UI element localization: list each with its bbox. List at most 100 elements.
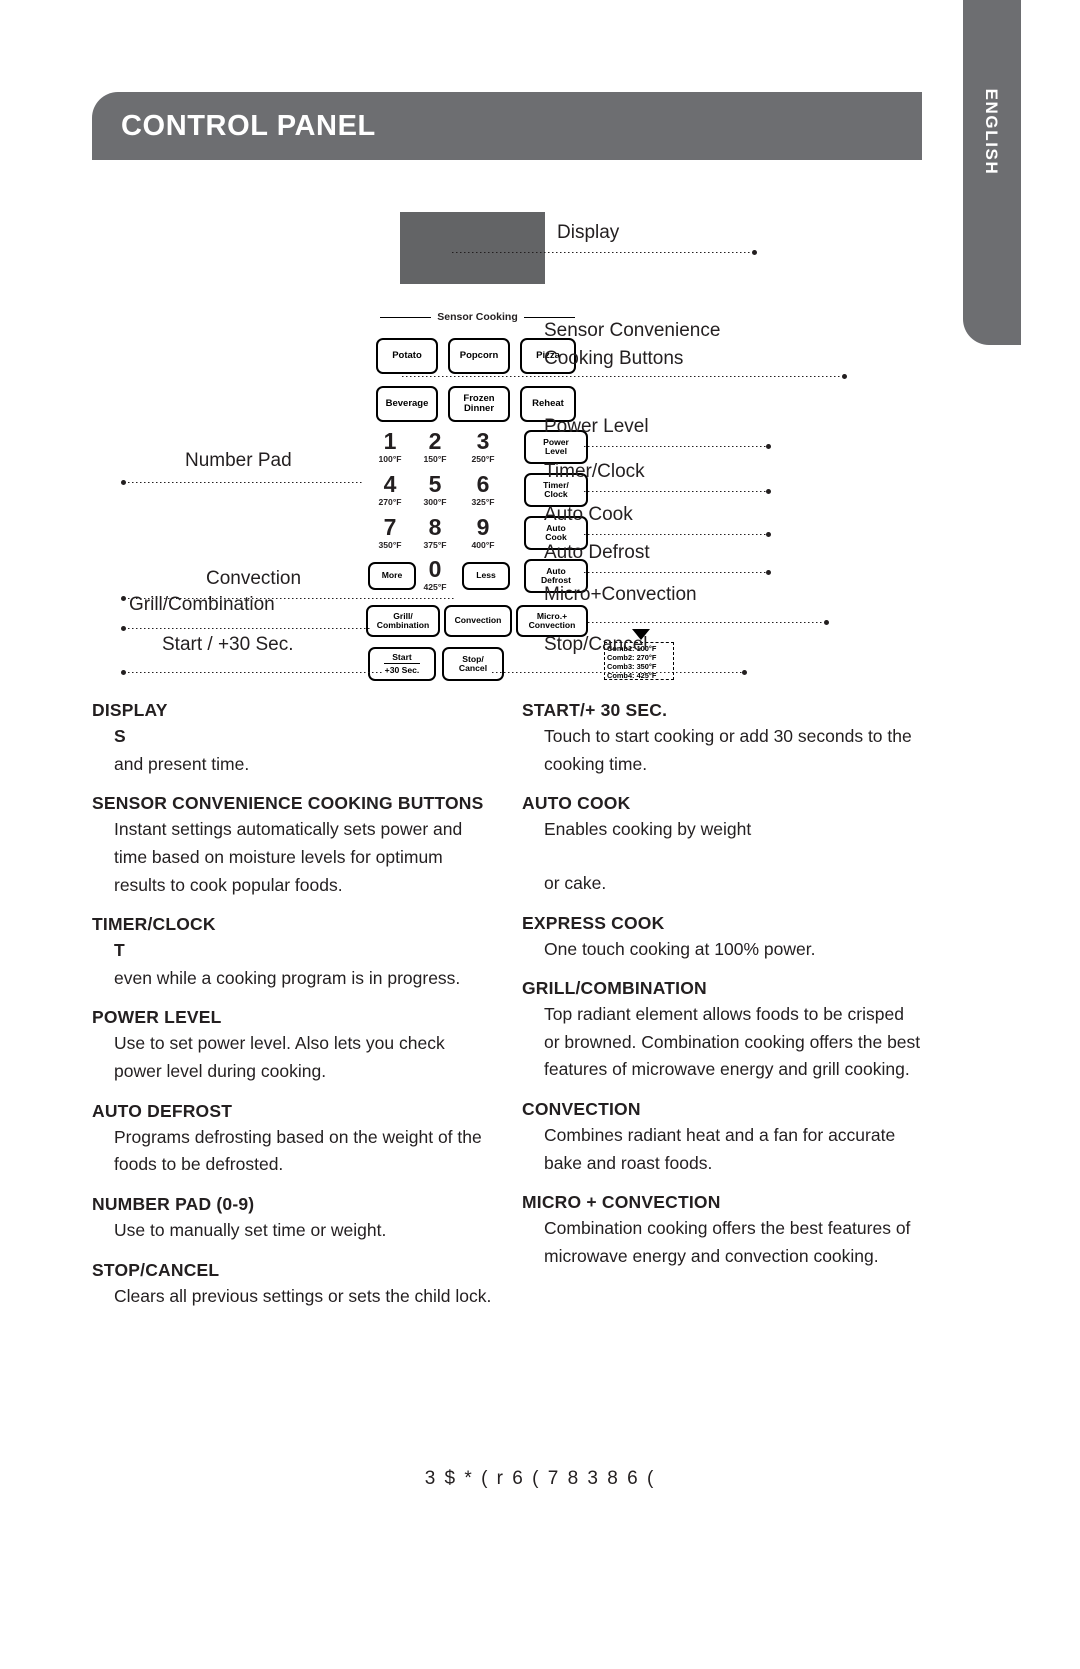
key-popcorn[interactable]: Popcorn (448, 338, 510, 374)
numpad-key-7[interactable]: 7 350°F (367, 514, 413, 551)
key-potato-label: Potato (392, 350, 422, 362)
key-frozen-dinner[interactable]: Frozen Dinner (448, 386, 510, 422)
leader-number-pad (124, 482, 362, 483)
section-grill-combination-body: Top radiant element allows foods to be c… (544, 1004, 921, 1080)
key-more[interactable]: More (368, 562, 416, 590)
sensor-cooking-label: Sensor Cooking (437, 311, 518, 323)
section-convection-heading: CONVECTION (522, 1099, 641, 1120)
callout-power-level: Power Level (544, 416, 649, 437)
sensor-cooking-rule-right (523, 316, 576, 318)
section-auto-defrost-heading: AUTO DEFROST (92, 1100, 233, 1121)
section-power-level-body: Use to set power level. Also lets you ch… (114, 1033, 445, 1082)
callout-convection: Convection (206, 568, 302, 589)
leader-start-30sec (124, 672, 382, 673)
key-grill-combination-label: Grill/ Combination (376, 610, 430, 630)
numpad-digit: 7 (383, 514, 397, 540)
section-start-30sec-heading: START/+ 30 SEC. (522, 700, 668, 720)
leader-dot-timer-clock (766, 489, 771, 494)
control-panel-diagram: Sensor Cooking Potato Popcorn Pizza Beve… (92, 200, 922, 700)
section-start-30sec-body: Touch to start cooking or add 30 seconds… (544, 726, 912, 774)
key-grill-combination[interactable]: Grill/ Combination (366, 605, 440, 637)
section-display-orphan: S (114, 726, 126, 746)
section-timer-clock: TIMER/CLOCK T even while a cooking progr… (92, 914, 492, 992)
callout-number-pad: Number Pad (185, 450, 292, 471)
section-stop-cancel-body: Clears all previous settings or sets the… (114, 1285, 492, 1306)
leader-dot-start-30sec (121, 670, 126, 675)
numpad-temp: 300°F (423, 497, 447, 507)
key-micro-convection-label: Micro.+ Convection (528, 610, 576, 630)
numpad-key-3[interactable]: 3 250°F (460, 428, 506, 465)
numpad-key-8[interactable]: 8 375°F (412, 516, 458, 551)
numpad-digit: 6 (476, 471, 490, 497)
section-number-pad: NUMBER PAD (0-9) Use to manually set tim… (92, 1194, 492, 1245)
leader-dot-micro-convection (824, 620, 829, 625)
section-express-cook-body: One touch cooking at 100% power. (544, 938, 816, 959)
page-footer: 3 $ * ( r 6 ( 7 8 3 8 6 ( (424, 1468, 656, 1489)
key-reheat-label: Reheat (532, 398, 564, 410)
numpad-key-2[interactable]: 2 150°F (412, 430, 458, 465)
section-number-pad-body: Use to manually set time or weight. (114, 1220, 387, 1241)
key-potato[interactable]: Potato (376, 338, 438, 374)
section-auto-cook-heading: AUTO COOK (522, 793, 631, 814)
leader-auto-defrost (584, 572, 766, 573)
numpad-temp: 150°F (423, 454, 447, 464)
section-auto-cook: AUTO COOK Enables cooking by weight or c… (522, 793, 922, 897)
numpad-digit: 9 (476, 514, 490, 540)
key-start-30sec[interactable]: Start +30 Sec. (368, 647, 436, 681)
leader-dot-sensor-convenience (842, 374, 847, 379)
leader-dot-auto-cook (766, 532, 771, 537)
leader-auto-cook (584, 534, 766, 535)
display-window (400, 212, 545, 284)
numpad-key-9[interactable]: 9 400°F (460, 514, 506, 551)
section-number-pad-heading: NUMBER PAD (0-9) (92, 1194, 255, 1215)
leader-dot-stop-cancel (742, 670, 747, 675)
key-start-label: Start (384, 652, 420, 664)
section-auto-cook-body: Enables cooking by weight (544, 819, 752, 840)
section-power-level: POWER LEVEL Use to set power level. Also… (92, 1007, 492, 1085)
leader-dot-auto-defrost (766, 570, 771, 575)
language-side-tab: ENGLISH (963, 0, 1021, 345)
numpad-key-1[interactable]: 1 100°F (367, 428, 413, 465)
comb-line-3: Comb3: 350°F (607, 662, 657, 672)
key-stop-cancel[interactable]: Stop/ Cancel (442, 647, 504, 681)
leader-timer-clock (584, 491, 766, 492)
numpad-digit: 1 (383, 428, 397, 454)
leader-dot-number-pad (121, 480, 126, 485)
callout-display: Display (557, 222, 620, 243)
callout-grill-combination: Grill/Combination (129, 594, 275, 615)
section-convection: CONVECTION Combines radiant heat and a f… (522, 1099, 922, 1177)
description-column-right: START/+ 30 SEC. Touch to start cooking o… (522, 700, 922, 1286)
section-sensor-buttons-heading: SENSOR CONVENIENCE COOKING BUTTONS (92, 793, 484, 814)
language-side-tab-label: ENGLISH (982, 88, 1001, 176)
section-express-cook-heading: EXPRESS COOK (522, 912, 665, 933)
key-30sec-label: +30 Sec. (384, 665, 420, 675)
section-auto-defrost: AUTO DEFROST Programs defrosting based o… (92, 1101, 492, 1179)
section-grill-combination-heading: GRILL/COMBINATION (522, 978, 707, 999)
leader-stop-cancel (492, 672, 742, 673)
numpad-key-5[interactable]: 5 300°F (412, 471, 458, 508)
section-sensor-buttons: SENSOR CONVENIENCE COOKING BUTTONS Insta… (92, 793, 492, 899)
key-more-label: More (381, 570, 403, 581)
key-micro-convection[interactable]: Micro.+ Convection (516, 605, 588, 637)
numpad-digit: 5 (428, 471, 442, 497)
numpad-temp: 250°F (471, 454, 495, 464)
callout-start-30sec: Start / +30 Sec. (162, 634, 294, 655)
callout-sensor-convenience-line2: Cooking Buttons (544, 348, 684, 369)
leader-grill-combination (124, 628, 372, 629)
key-beverage[interactable]: Beverage (376, 386, 438, 422)
numpad-key-0[interactable]: 0 425°F (412, 558, 458, 593)
section-express-cook: EXPRESS COOK One touch cooking at 100% p… (522, 913, 922, 964)
key-convection[interactable]: Convection (444, 605, 512, 637)
callout-auto-defrost: Auto Defrost (544, 542, 650, 563)
key-beverage-label: Beverage (385, 398, 429, 410)
key-auto-defrost-label: Auto Defrost (540, 565, 572, 585)
numpad-temp: 350°F (378, 540, 402, 550)
section-display-body: and present time. (114, 753, 250, 774)
numpad-digit: 3 (476, 428, 490, 454)
numpad-key-4[interactable]: 4 270°F (367, 473, 413, 508)
key-less[interactable]: Less (462, 562, 510, 590)
numpad-key-6[interactable]: 6 325°F (460, 471, 506, 508)
section-stop-cancel: STOP/CANCEL Clears all previous settings… (92, 1260, 492, 1311)
key-auto-cook-label: Auto Cook (545, 522, 567, 542)
section-timer-clock-orphan: T (114, 940, 125, 961)
